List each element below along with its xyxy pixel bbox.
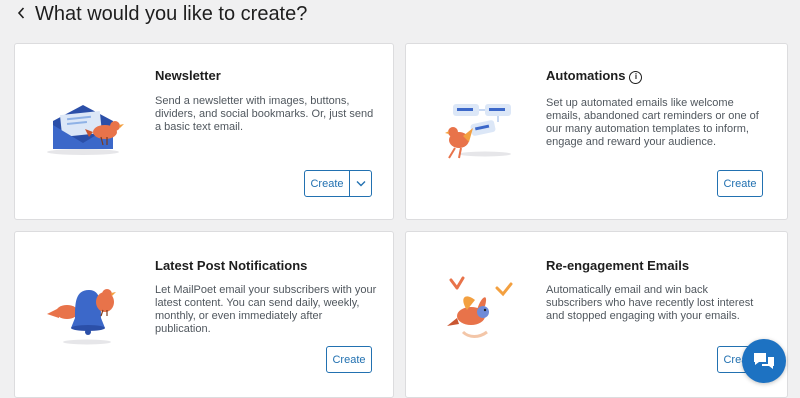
automations-title-row: Automations i	[546, 68, 643, 84]
automations-create-button[interactable]: Create	[717, 170, 763, 197]
newsletter-dropdown-button[interactable]	[350, 171, 371, 196]
newsletter-create-split-button: Create	[304, 170, 372, 197]
newsletter-title: Newsletter	[155, 68, 221, 83]
page-header: What would you like to create?	[0, 0, 800, 30]
newsletter-card: Newsletter Send a newsletter with images…	[14, 43, 394, 220]
workflow-bird-icon	[445, 104, 511, 159]
chevron-down-icon	[356, 181, 365, 187]
chat-bubbles-icon	[754, 353, 774, 369]
reengagement-title: Re-engagement Emails	[546, 258, 690, 273]
automations-description: Set up automated emails like welcome ema…	[546, 97, 759, 148]
post-notifications-create-button[interactable]: Create	[326, 346, 372, 373]
chat-support-button[interactable]	[742, 339, 786, 383]
back-button[interactable]	[14, 6, 28, 20]
bell-bird-icon	[47, 289, 116, 345]
reengagement-description: Automatically email and win back subscri…	[546, 284, 754, 322]
post-notifications-description: Let MailPoet email your subscribers with…	[155, 284, 377, 335]
reengagement-card: Re-engagement Emails Automatically email…	[405, 231, 788, 398]
info-icon[interactable]: i	[629, 70, 643, 84]
automations-card: Automations i Set up automated emails lik…	[405, 43, 788, 220]
newsletter-create-button[interactable]: Create	[305, 171, 350, 196]
post-notifications-card: Latest Post Notifications Let MailPoet e…	[14, 231, 394, 398]
newsletter-description: Send a newsletter with images, buttons, …	[155, 95, 374, 133]
chevron-left-icon	[17, 7, 25, 19]
post-notifications-title: Latest Post Notifications	[155, 258, 308, 273]
flying-birds-icon	[447, 276, 513, 338]
envelope-bird-icon	[47, 105, 124, 155]
page-title: What would you like to create?	[35, 3, 308, 25]
automations-title: Automations	[546, 68, 626, 83]
